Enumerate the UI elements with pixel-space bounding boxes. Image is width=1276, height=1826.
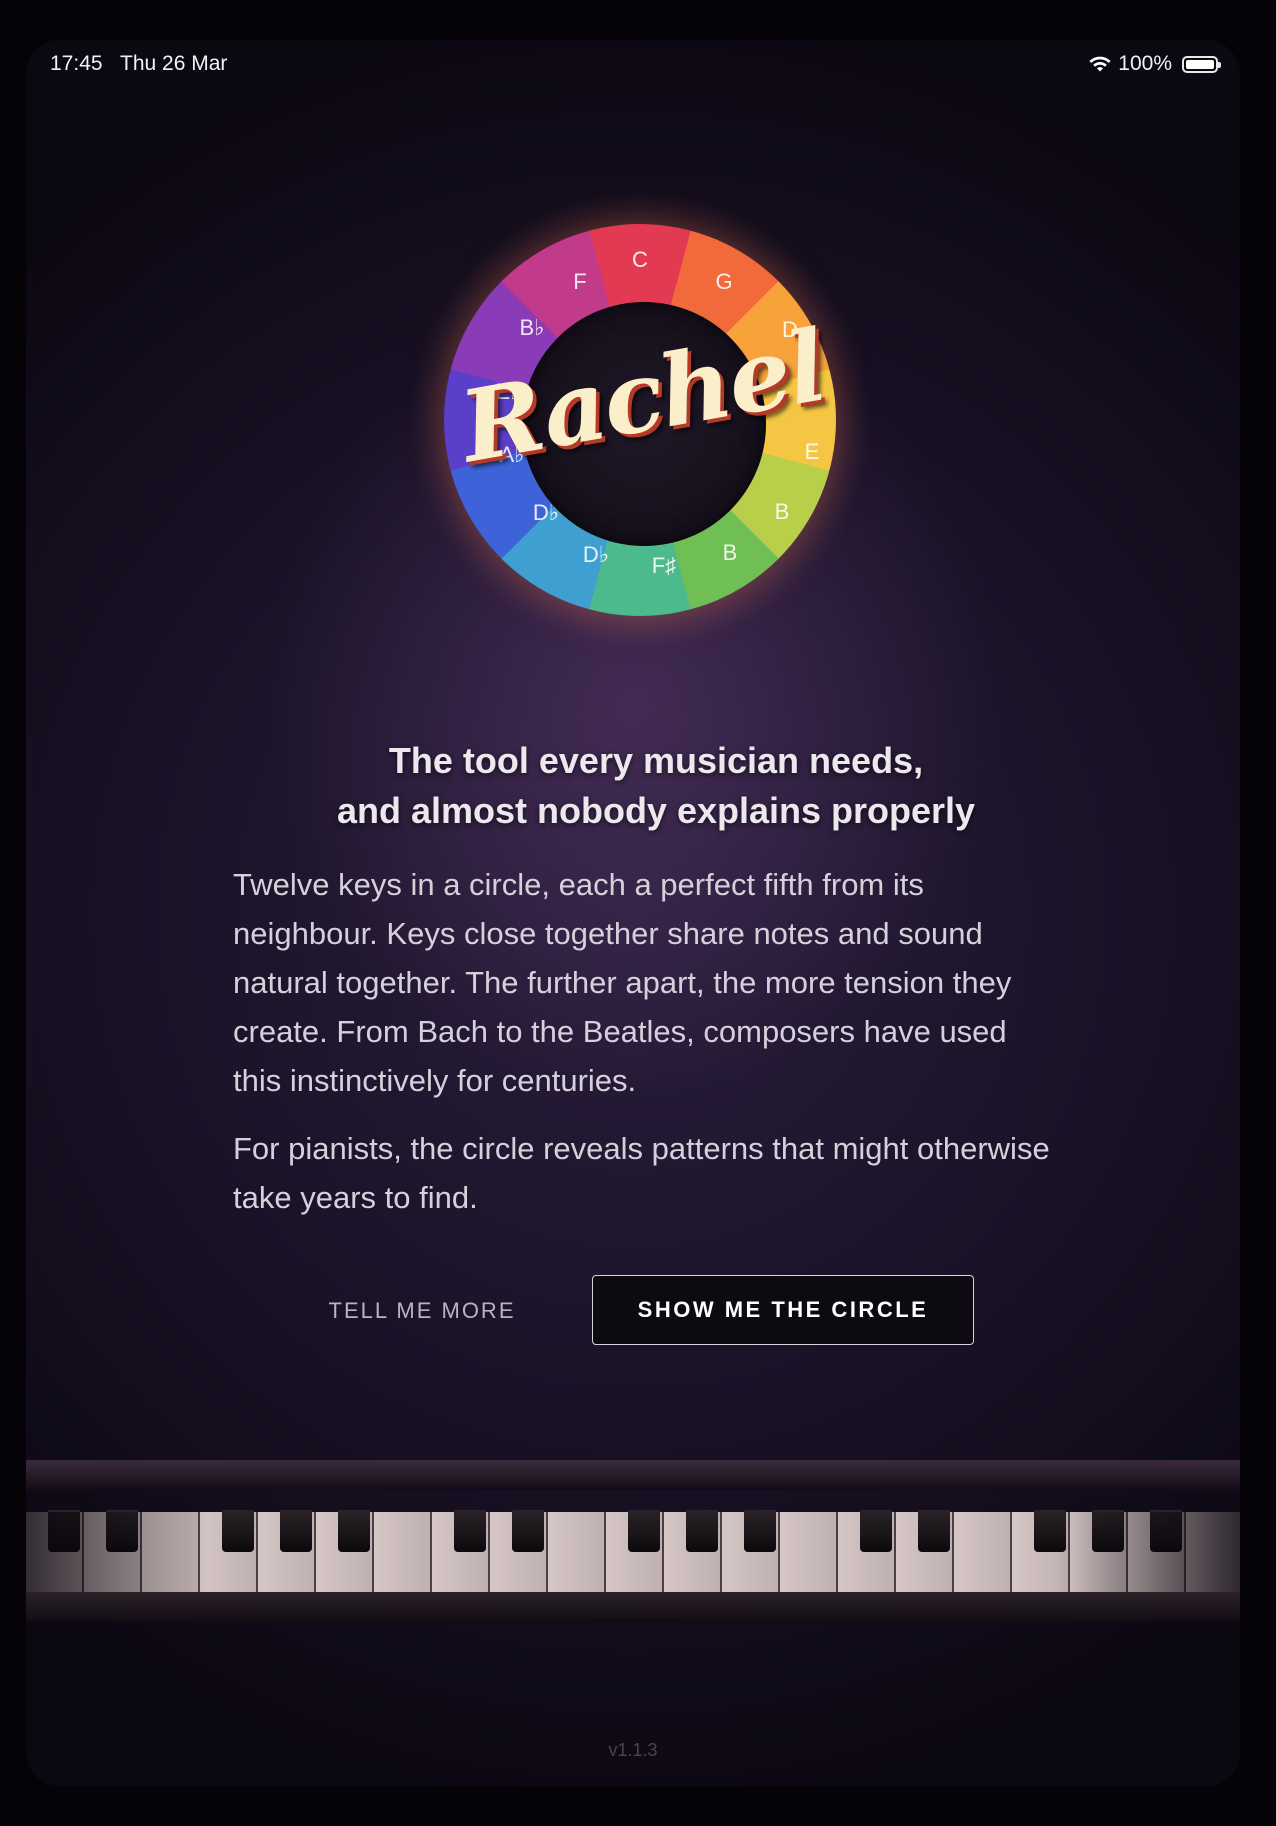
app-screen: 17:45 Thu 26 Mar 100% C G D A E B B F♯ D… xyxy=(26,40,1240,1786)
pianist-paragraph: For pianists, the circle reveals pattern… xyxy=(233,1131,1050,1215)
status-time: 17:45 xyxy=(50,52,103,75)
loading-spinner-icon xyxy=(1238,1780,1240,1786)
wheel-key-label: E xyxy=(804,439,820,464)
tell-me-more-button[interactable]: TELL ME MORE xyxy=(322,1276,522,1346)
wheel-key-label: B xyxy=(722,540,738,565)
headline: The tool every musician needs, and almos… xyxy=(206,736,1106,836)
piano-rail xyxy=(26,1460,1240,1490)
wheel-key-label: B xyxy=(774,499,790,524)
rachel-logo: C G D A E B B F♯ D♭ D♭ A♭ E♭ B♭ F Rachel xyxy=(410,190,870,650)
wifi-icon xyxy=(1089,56,1111,72)
headline-line-2: and almost nobody explains properly xyxy=(336,790,976,831)
wheel-key-label: F xyxy=(573,269,587,294)
piano-shading xyxy=(26,1512,1240,1592)
wheel-key-label: F♯ xyxy=(651,553,677,578)
headline-line-1: The tool every musician needs, xyxy=(388,740,924,781)
wheel-key-label: G xyxy=(715,269,733,294)
wheel-key-label: D♭ xyxy=(532,500,560,525)
show-me-the-circle-button[interactable]: SHOW ME THE CIRCLE xyxy=(592,1275,974,1345)
status-indicators: 100% xyxy=(1088,52,1221,76)
wheel-key-label: C xyxy=(632,247,648,272)
piano-keyboard-illustration xyxy=(26,1460,1240,1630)
wheel-key-label: B♭ xyxy=(519,315,545,340)
version-label: v1.1.3 xyxy=(608,1740,658,1760)
wheel-key-label: D♭ xyxy=(582,542,610,567)
status-date: Thu 26 Mar xyxy=(120,52,228,75)
battery-percent: 100% xyxy=(1118,52,1172,75)
piano-key-bed xyxy=(26,1592,1240,1622)
status-bar: 17:45 Thu 26 Mar 100% xyxy=(26,40,1240,86)
intro-paragraph: Twelve keys in a circle, each a perfect … xyxy=(233,867,1012,1098)
battery-icon xyxy=(1182,55,1221,73)
